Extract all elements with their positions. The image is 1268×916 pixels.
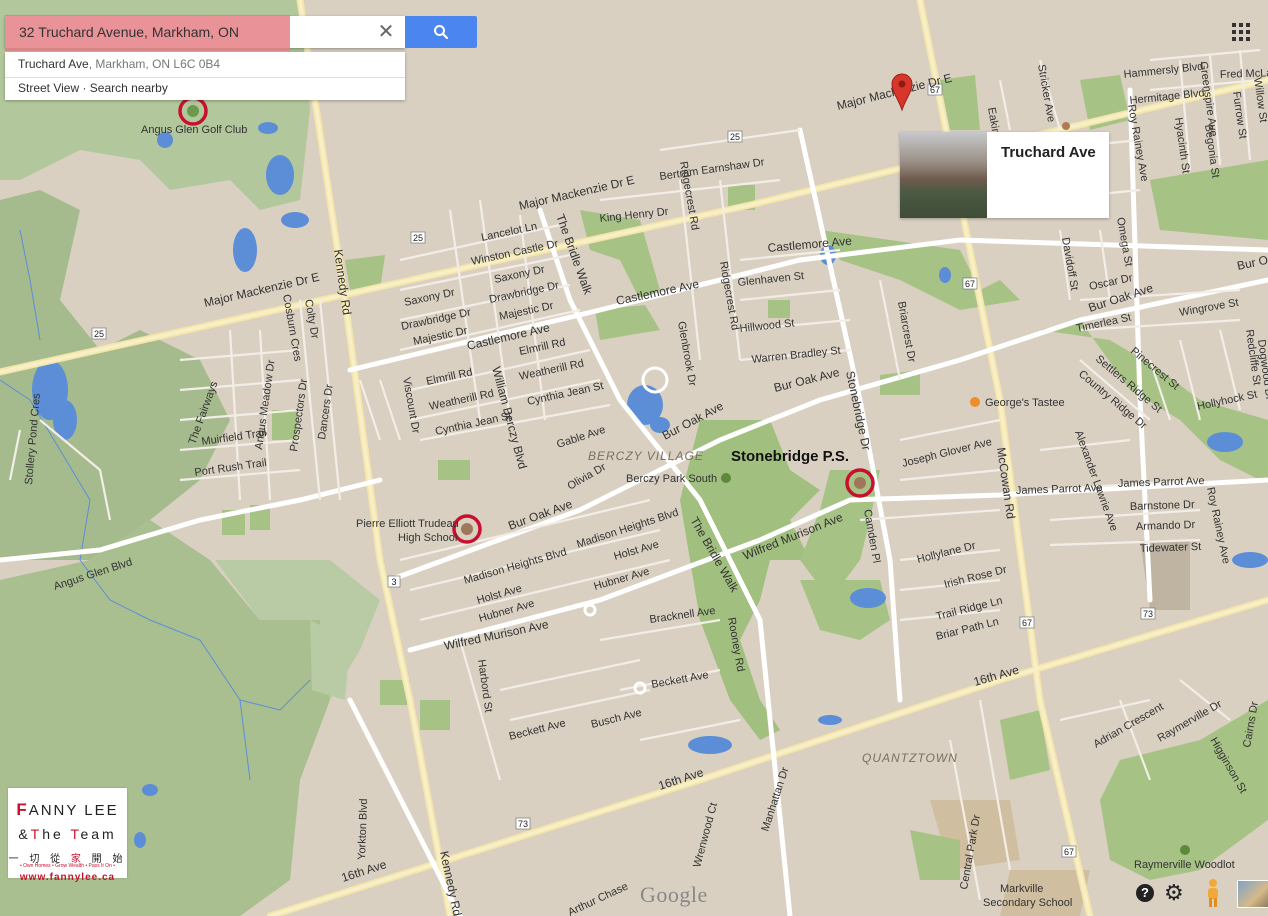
fanny-lee-logo: FANNY LEE &The Team 一 切 從 家 開 始 • Own Ho… [8, 788, 127, 883]
area-label: BERCZY VILLAGE [588, 449, 704, 463]
suggestion-actions[interactable]: Street View · Search nearby [18, 81, 168, 95]
logo-tagline: • Own Homes • Grow Wealth • Pass It On • [20, 863, 115, 869]
svg-text:73: 73 [1143, 609, 1153, 619]
area-label: QUANTZTOWN [862, 751, 958, 765]
highway-shield-73: 73 [1140, 607, 1156, 620]
street-label: Armando Dr [1136, 519, 1196, 533]
highway-shield-25: 25 [727, 130, 743, 143]
search-suggestions: Truchard Ave, Markham, ON L6C 0B4 Street… [5, 52, 405, 100]
help-icon[interactable]: ? [1136, 884, 1154, 902]
earth-view-toggle[interactable] [1237, 880, 1268, 908]
pegman-icon[interactable] [1203, 878, 1223, 908]
street-label: Yorkton Blvd [356, 798, 370, 860]
place-label: Markville [1000, 883, 1043, 895]
svg-text:67: 67 [965, 279, 975, 289]
place-label: Secondary School [983, 897, 1072, 909]
highway-shield-67: 67 [1019, 616, 1035, 629]
divider [5, 77, 405, 78]
place-info-card[interactable]: Truchard Ave [900, 132, 1109, 218]
place-label: Berczy Park South [626, 473, 717, 485]
svg-text:25: 25 [413, 233, 423, 243]
svg-text:3: 3 [391, 577, 396, 587]
place-label: Raymerville Woodlot [1134, 859, 1235, 871]
gear-icon[interactable]: ⚙ [1164, 882, 1184, 904]
place-label: Stonebridge P.S. [731, 448, 849, 465]
highway-shield-67: 67 [1061, 845, 1077, 858]
search-query[interactable]: 32 Truchard Avenue, Markham, ON [19, 24, 239, 40]
restaurant-icon [970, 397, 980, 407]
google-logo: Google [640, 882, 708, 907]
svg-text:67: 67 [1022, 618, 1032, 628]
place-label: Pierre Elliott Trudeau [356, 518, 459, 530]
apps-grid-icon[interactable] [1232, 23, 1250, 41]
golf-icon [187, 105, 199, 117]
park-icon [721, 473, 731, 483]
street-view-thumbnail[interactable] [900, 132, 987, 218]
suggestion-primary: Truchard Ave [18, 57, 89, 71]
svg-text:67: 67 [1064, 847, 1074, 857]
suggestion-item[interactable]: Truchard Ave, Markham, ON L6C 0B4 [18, 57, 220, 71]
svg-text:25: 25 [94, 329, 104, 339]
street-label: Tidewater St [1140, 541, 1202, 555]
highway-shield-67: 67 [962, 277, 978, 290]
logo-team: &The Team [18, 826, 117, 842]
suggestion-secondary: , Markham, ON L6C 0B4 [88, 57, 221, 71]
search-icon [434, 25, 449, 40]
svg-text:25: 25 [730, 132, 740, 142]
school-icon [854, 477, 866, 489]
school-icon [1062, 122, 1070, 130]
highway-shield-25: 25 [91, 327, 107, 340]
search-button[interactable] [405, 16, 477, 48]
place-label: Angus Glen Golf Club [141, 124, 247, 136]
svg-text:73: 73 [518, 819, 528, 829]
park-icon [1180, 845, 1190, 855]
logo-url: www.fannylee.ca [19, 872, 116, 883]
place-title: Truchard Ave [1001, 144, 1096, 161]
place-label: George's Tastee [985, 397, 1065, 409]
street-label: Barnstone Dr [1130, 499, 1196, 513]
place-label: High School [398, 532, 457, 544]
school-icon [461, 523, 473, 535]
highway-shield-73: 73 [515, 817, 531, 830]
close-icon[interactable]: ✕ [376, 22, 396, 42]
logo-name: FANNY LEE [16, 800, 119, 819]
highway-shield-25: 25 [410, 231, 426, 244]
highway-shield-3: 3 [387, 575, 401, 588]
